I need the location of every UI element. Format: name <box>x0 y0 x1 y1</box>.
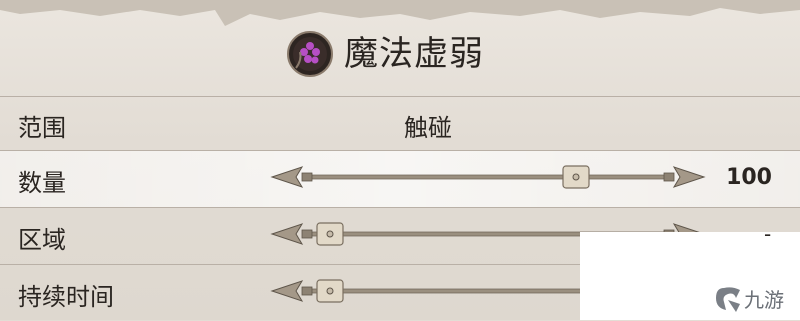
watermark-logo: 九游 <box>716 287 784 312</box>
range-value: 触碰 <box>404 114 452 142</box>
watermark-text: 九游 <box>744 288 784 312</box>
row-label-duration: 持续时间 <box>18 283 114 311</box>
area-value: - <box>764 222 772 246</box>
slider-left-collar <box>301 229 313 239</box>
slider-thumb-rivet-icon <box>326 287 334 295</box>
slider-track <box>307 174 669 180</box>
slider-left-arrow-icon <box>270 166 304 188</box>
slider-left-arrow-icon <box>270 280 304 302</box>
row-range: 范围 触碰 <box>0 96 800 152</box>
slider-thumb-rivet-icon <box>572 173 580 181</box>
quantity-slider[interactable] <box>268 157 708 197</box>
row-label-range: 范围 <box>18 114 66 142</box>
slider-right-arrow-icon <box>672 166 706 188</box>
row-label-quantity: 数量 <box>18 169 66 197</box>
spell-title: 魔法虚弱 <box>344 34 484 74</box>
magic-weakness-rune-icon <box>287 31 333 77</box>
row-label-area: 区域 <box>18 226 66 254</box>
slider-left-arrow-icon <box>270 223 304 245</box>
quantity-value: 100 <box>726 165 772 190</box>
slider-left-collar <box>301 286 313 296</box>
slider-right-collar <box>663 172 675 182</box>
slider-left-collar <box>301 172 313 182</box>
slider-thumb-rivet-icon <box>326 230 334 238</box>
